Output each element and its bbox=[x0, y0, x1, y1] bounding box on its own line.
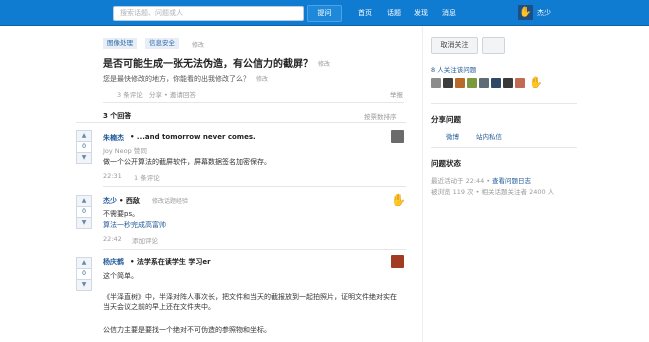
upvote-icon[interactable]: ▲ bbox=[77, 258, 91, 268]
sidebar-border bbox=[422, 26, 423, 342]
follower-avatar[interactable] bbox=[431, 78, 441, 88]
answer-author[interactable]: 朱楠杰 bbox=[103, 133, 124, 143]
follower-avatar[interactable] bbox=[491, 78, 501, 88]
divider bbox=[103, 249, 406, 250]
topic-edit-link[interactable]: 修改 bbox=[192, 40, 204, 49]
sort-toggle[interactable]: 按票数排序 bbox=[364, 111, 397, 121]
upvote-icon[interactable]: ▲ bbox=[77, 131, 91, 141]
topic-tag-info-security[interactable]: 信息安全 bbox=[145, 38, 179, 49]
downvote-icon[interactable]: ▼ bbox=[77, 153, 91, 163]
author-avatar[interactable] bbox=[391, 130, 404, 143]
report-link[interactable]: 举报 bbox=[390, 89, 403, 99]
follower-avatar[interactable]: ✋ bbox=[529, 77, 543, 88]
follower-avatar[interactable] bbox=[455, 78, 465, 88]
share-section-title: 分享问题 bbox=[431, 115, 461, 124]
user-name[interactable]: 杰少 bbox=[537, 8, 551, 18]
divider bbox=[103, 186, 406, 187]
divider bbox=[103, 102, 404, 103]
answer-body: 做一个公开算法的截屏软件，屏幕数据签名加密保存。 bbox=[103, 158, 271, 166]
vote-count: 0 bbox=[77, 141, 91, 153]
downvote-icon[interactable]: ▼ bbox=[77, 280, 91, 290]
author-avatar[interactable]: ✋ bbox=[391, 194, 406, 207]
answer-body: 这个简单。 bbox=[103, 272, 138, 280]
author-avatar[interactable] bbox=[391, 255, 404, 268]
unfollow-button[interactable]: 取消关注 bbox=[431, 37, 478, 54]
nav-messages[interactable]: 消息 bbox=[442, 8, 456, 18]
description-edit-link[interactable]: 修改 bbox=[256, 74, 268, 83]
answer-time: 22:31 bbox=[103, 172, 122, 180]
answer-count: 3 个回答 bbox=[103, 112, 132, 120]
nav-home[interactable]: 首页 bbox=[358, 8, 372, 18]
nav-topics[interactable]: 话题 bbox=[387, 8, 401, 18]
vote-widget: ▲ 0 ▼ bbox=[76, 130, 92, 164]
downvote-icon[interactable]: ▼ bbox=[77, 218, 91, 228]
topic-tag-image-processing[interactable]: 图像处理 bbox=[103, 38, 137, 49]
upvote-icon[interactable]: ▲ bbox=[77, 196, 91, 206]
status-section-title: 问题状态 bbox=[431, 159, 461, 168]
last-activity: 最近活动于 22:44 • bbox=[431, 177, 491, 185]
follower-avatar[interactable] bbox=[467, 78, 477, 88]
answer-author[interactable]: 杨庆鹤 bbox=[103, 257, 124, 267]
followers-count[interactable]: 8 人关注该问题 bbox=[431, 64, 476, 74]
answer-author[interactable]: 杰少 bbox=[103, 196, 117, 206]
follower-avatar[interactable] bbox=[515, 78, 525, 88]
user-avatar[interactable]: ✋ bbox=[518, 5, 533, 20]
follower-avatar[interactable] bbox=[479, 78, 489, 88]
question-description: 您是最快修改的地方，你能看的出我修改了么？ bbox=[103, 75, 250, 83]
agree-list[interactable]: Joy Neop 赞同 bbox=[103, 145, 147, 155]
more-options-button[interactable] bbox=[482, 37, 505, 54]
answer-extra-link[interactable]: 算法一秒完成高富帅 bbox=[103, 220, 166, 230]
author-bio: • 法学系在读学生 学习er bbox=[130, 258, 211, 266]
search-input[interactable]: 搜索话题、问题或人 bbox=[113, 6, 304, 21]
divider bbox=[431, 103, 577, 104]
answer-time: 22:42 bbox=[103, 235, 122, 243]
add-comment-link[interactable]: 添加评论 bbox=[132, 235, 158, 245]
answer-paragraph: 公信力主要是要找一个绝对不可伪造的参照物和坐标。 bbox=[103, 326, 271, 334]
share-weibo-link[interactable]: 微博 bbox=[446, 131, 459, 141]
view-stats: 被浏览 119 次 • 相关话题关注者 2400 人 bbox=[431, 188, 555, 196]
divider bbox=[76, 122, 406, 123]
invite-link[interactable]: • 邀请回答 bbox=[164, 89, 196, 99]
author-bio: • ...and tomorrow never comes. bbox=[130, 133, 256, 141]
vote-count: 0 bbox=[77, 206, 91, 218]
divider bbox=[431, 147, 577, 148]
ask-question-button[interactable]: 提问 bbox=[307, 5, 342, 22]
edit-intro-link[interactable]: 修改话题经验 bbox=[152, 196, 188, 205]
question-title: 是否可能生成一张无法伪造，有公信力的截屏？ bbox=[103, 59, 313, 70]
title-edit-link[interactable]: 修改 bbox=[318, 59, 330, 68]
vote-widget: ▲ 0 ▼ bbox=[76, 195, 92, 229]
answer-body: 不需要ps。 bbox=[103, 210, 140, 218]
top-nav-bar: 搜索话题、问题或人 提问 首页 话题 发现 消息 ✋ 杰少 bbox=[0, 0, 649, 26]
share-private-message-link[interactable]: 站内私信 bbox=[476, 131, 502, 141]
question-comments-link[interactable]: 3 条评论 bbox=[117, 89, 143, 99]
vote-count: 0 bbox=[77, 268, 91, 280]
answer-comments-link[interactable]: 1 条评论 bbox=[134, 172, 160, 182]
question-log-link[interactable]: 查看问题日志 bbox=[492, 175, 531, 185]
nav-discover[interactable]: 发现 bbox=[414, 8, 428, 18]
follower-avatar[interactable] bbox=[443, 78, 453, 88]
share-link[interactable]: 分享 bbox=[149, 89, 162, 99]
follower-avatar[interactable] bbox=[503, 78, 513, 88]
author-bio: • 西敌 bbox=[119, 197, 140, 205]
vote-widget: ▲ 0 ▼ bbox=[76, 257, 92, 291]
answer-paragraph: 《半泽直树》中，半泽对阵人事次长，把文件和当天的截报放到一起拍照片，证明文件绝对… bbox=[103, 293, 397, 311]
